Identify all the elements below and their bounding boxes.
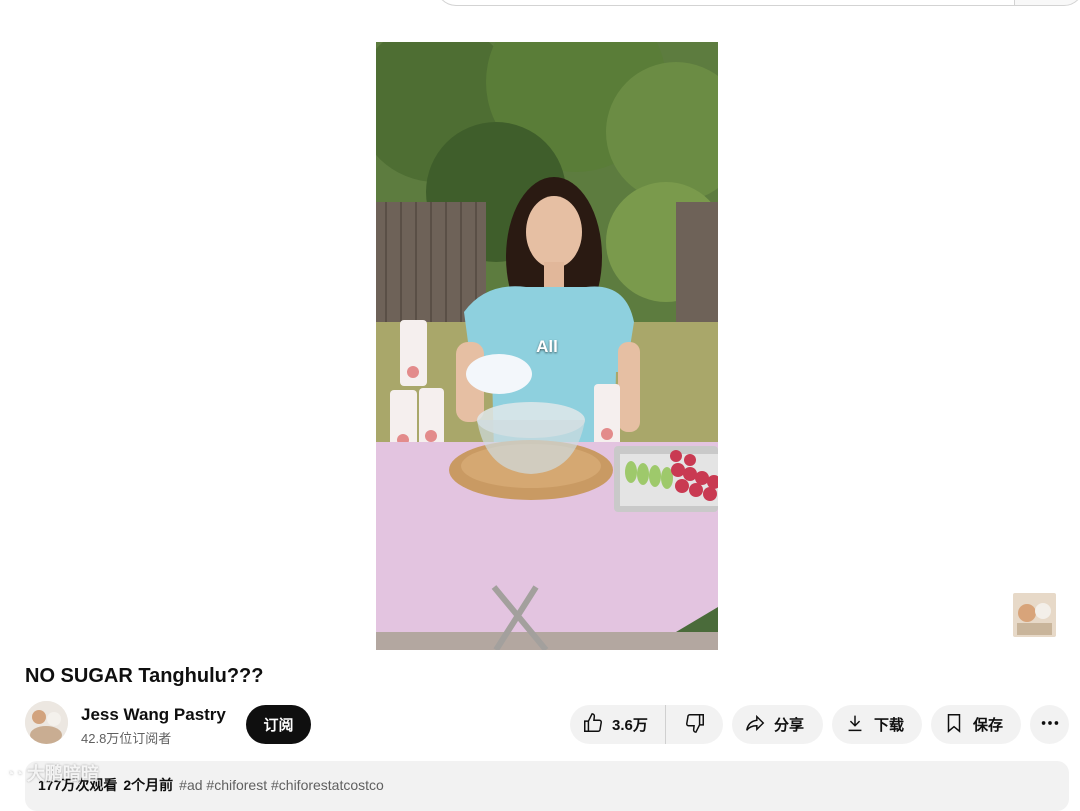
thumbs-down-icon xyxy=(684,712,706,738)
subscribe-button[interactable]: 订阅 xyxy=(246,705,311,744)
share-arrow-icon xyxy=(744,712,766,738)
search-input[interactable] xyxy=(436,0,1016,6)
channel-avatar[interactable] xyxy=(25,701,68,744)
video-caption: All xyxy=(536,337,558,356)
thumbs-up-icon xyxy=(582,712,604,738)
watermark: ◔◔ 大鹏暗暗 xyxy=(6,760,99,786)
bookmark-icon xyxy=(943,712,965,738)
upload-date: 2个月前 xyxy=(123,777,174,793)
download-button[interactable]: 下载 xyxy=(832,705,922,744)
watermark-logo-icon: ◔◔ xyxy=(6,765,23,781)
share-label: 分享 xyxy=(774,717,805,734)
dislike-button[interactable] xyxy=(666,705,723,744)
hashtags[interactable]: #ad #chiforest #chiforestatcostco xyxy=(179,777,384,793)
like-count: 3.6万 xyxy=(612,717,648,734)
share-button[interactable]: 分享 xyxy=(732,705,823,744)
watermark-text: 大鹏暗暗 xyxy=(26,764,99,784)
side-thumbnail[interactable] xyxy=(1013,593,1056,637)
video-player[interactable]: All xyxy=(376,42,718,650)
like-button[interactable]: 3.6万 xyxy=(570,705,666,744)
channel-name[interactable]: Jess Wang Pastry xyxy=(81,705,226,725)
search-button[interactable] xyxy=(1014,0,1080,6)
more-actions-button[interactable] xyxy=(1030,705,1069,744)
video-title: NO SUGAR Tanghulu??? xyxy=(25,665,264,687)
download-label: 下载 xyxy=(874,717,905,734)
save-label: 保存 xyxy=(973,717,1004,734)
more-horizontal-icon xyxy=(1039,712,1061,738)
save-button[interactable]: 保存 xyxy=(931,705,1021,744)
subscriber-count: 42.8万位订阅者 xyxy=(81,731,172,746)
like-dislike-group: 3.6万 xyxy=(570,705,723,744)
download-icon xyxy=(844,712,866,738)
description-box[interactable]: 177万次观看 2个月前 #ad #chiforest #chiforestatco… xyxy=(25,761,1069,811)
